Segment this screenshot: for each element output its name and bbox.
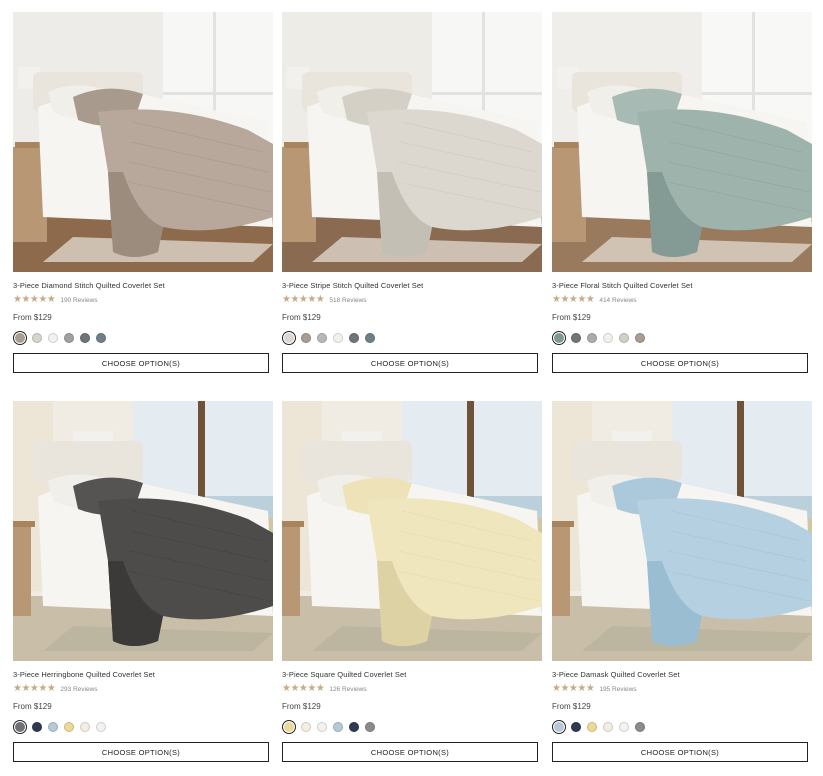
product-title[interactable]: 3-Piece Herringbone Quilted Coverlet Set <box>13 670 273 680</box>
product-price: From $129 <box>282 702 321 711</box>
product-price: From $129 <box>552 702 591 711</box>
color-swatch[interactable] <box>64 333 74 343</box>
star-rating-icon: ★★★★★ <box>552 294 595 305</box>
choose-options-button[interactable]: CHOOSE OPTION(S) <box>552 353 808 373</box>
product-title[interactable]: 3-Piece Damask Quilted Coverlet Set <box>552 670 812 680</box>
color-swatch[interactable] <box>365 722 375 732</box>
review-count[interactable]: 293 Reviews <box>60 686 97 693</box>
product-image[interactable] <box>552 12 812 272</box>
color-swatch[interactable] <box>587 333 597 343</box>
product-price: From $129 <box>552 313 591 322</box>
product-image[interactable] <box>13 12 273 272</box>
product-rating: ★★★★★ 414 Reviews <box>552 295 812 305</box>
product-card[interactable]: 3-Piece Square Quilted Coverlet Set ★★★★… <box>282 401 542 762</box>
color-swatch[interactable] <box>284 722 294 732</box>
product-card[interactable]: 3-Piece Floral Stitch Quilted Coverlet S… <box>552 12 812 373</box>
color-swatch[interactable] <box>554 333 564 343</box>
color-swatches <box>552 331 812 345</box>
star-rating-icon: ★★★★★ <box>282 683 325 694</box>
product-image[interactable] <box>282 401 542 661</box>
color-swatch[interactable] <box>619 722 629 732</box>
color-swatch[interactable] <box>80 722 90 732</box>
review-count[interactable]: 414 Reviews <box>599 297 636 304</box>
color-swatch[interactable] <box>635 333 645 343</box>
product-rating: ★★★★★ 126 Reviews <box>282 684 542 694</box>
product-rating: ★★★★★ 518 Reviews <box>282 295 542 305</box>
product-title[interactable]: 3-Piece Square Quilted Coverlet Set <box>282 670 542 680</box>
product-price: From $129 <box>13 702 52 711</box>
color-swatch[interactable] <box>635 722 645 732</box>
color-swatch[interactable] <box>554 722 564 732</box>
product-title[interactable]: 3-Piece Floral Stitch Quilted Coverlet S… <box>552 281 812 291</box>
product-image[interactable] <box>552 401 812 661</box>
star-rating-icon: ★★★★★ <box>552 683 595 694</box>
color-swatch[interactable] <box>365 333 375 343</box>
color-swatch[interactable] <box>571 333 581 343</box>
color-swatch[interactable] <box>603 333 613 343</box>
color-swatch[interactable] <box>15 333 25 343</box>
product-price: From $129 <box>282 313 321 322</box>
color-swatch[interactable] <box>571 722 581 732</box>
review-count[interactable]: 195 Reviews <box>599 686 636 693</box>
product-price: From $129 <box>13 313 52 322</box>
color-swatches <box>13 720 273 734</box>
color-swatches <box>13 331 273 345</box>
color-swatch[interactable] <box>603 722 613 732</box>
color-swatch[interactable] <box>48 333 58 343</box>
color-swatches <box>552 720 812 734</box>
color-swatch[interactable] <box>32 333 42 343</box>
review-count[interactable]: 190 Reviews <box>60 297 97 304</box>
product-grid: 3-Piece Diamond Stitch Quilted Coverlet … <box>0 0 823 776</box>
choose-options-button[interactable]: CHOOSE OPTION(S) <box>282 742 538 762</box>
color-swatches <box>282 331 542 345</box>
color-swatch[interactable] <box>80 333 90 343</box>
color-swatch[interactable] <box>619 333 629 343</box>
color-swatches <box>282 720 542 734</box>
color-swatch[interactable] <box>333 333 343 343</box>
product-rating: ★★★★★ 190 Reviews <box>13 295 273 305</box>
product-image[interactable] <box>282 12 542 272</box>
color-swatch[interactable] <box>15 722 25 732</box>
color-swatch[interactable] <box>32 722 42 732</box>
review-count[interactable]: 126 Reviews <box>329 686 366 693</box>
star-rating-icon: ★★★★★ <box>13 294 56 305</box>
color-swatch[interactable] <box>301 333 311 343</box>
product-rating: ★★★★★ 195 Reviews <box>552 684 812 694</box>
product-title[interactable]: 3-Piece Stripe Stitch Quilted Coverlet S… <box>282 281 542 291</box>
color-swatch[interactable] <box>48 722 58 732</box>
color-swatch[interactable] <box>317 722 327 732</box>
product-rating: ★★★★★ 293 Reviews <box>13 684 273 694</box>
color-swatch[interactable] <box>587 722 597 732</box>
color-swatch[interactable] <box>64 722 74 732</box>
color-swatch[interactable] <box>301 722 311 732</box>
product-card[interactable]: 3-Piece Diamond Stitch Quilted Coverlet … <box>13 12 273 373</box>
choose-options-button[interactable]: CHOOSE OPTION(S) <box>13 353 269 373</box>
color-swatch[interactable] <box>349 333 359 343</box>
review-count[interactable]: 518 Reviews <box>329 297 366 304</box>
color-swatch[interactable] <box>333 722 343 732</box>
color-swatch[interactable] <box>284 333 294 343</box>
color-swatch[interactable] <box>96 722 106 732</box>
product-image[interactable] <box>13 401 273 661</box>
product-card[interactable]: 3-Piece Damask Quilted Coverlet Set ★★★★… <box>552 401 812 762</box>
product-card[interactable]: 3-Piece Herringbone Quilted Coverlet Set… <box>13 401 273 762</box>
choose-options-button[interactable]: CHOOSE OPTION(S) <box>282 353 538 373</box>
star-rating-icon: ★★★★★ <box>282 294 325 305</box>
color-swatch[interactable] <box>317 333 327 343</box>
color-swatch[interactable] <box>96 333 106 343</box>
choose-options-button[interactable]: CHOOSE OPTION(S) <box>13 742 269 762</box>
color-swatch[interactable] <box>349 722 359 732</box>
star-rating-icon: ★★★★★ <box>13 683 56 694</box>
product-card[interactable]: 3-Piece Stripe Stitch Quilted Coverlet S… <box>282 12 542 373</box>
choose-options-button[interactable]: CHOOSE OPTION(S) <box>552 742 808 762</box>
product-title[interactable]: 3-Piece Diamond Stitch Quilted Coverlet … <box>13 281 273 291</box>
